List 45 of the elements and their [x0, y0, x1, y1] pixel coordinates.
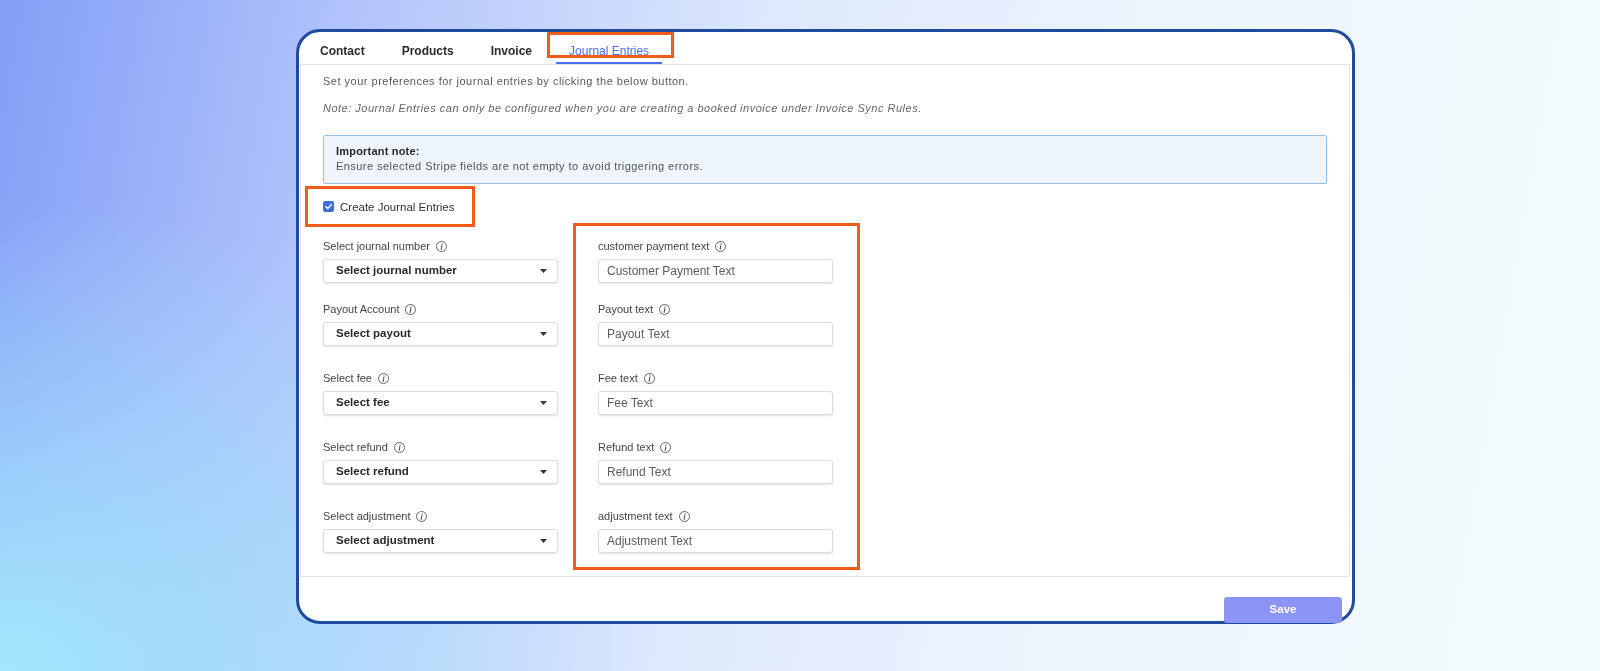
field-label: customer payment text — [598, 239, 710, 253]
field-label: Refund text — [598, 440, 655, 454]
note-text: Note: Journal Entries can only be configured when you are creating a booked invoice under Invoice Sync Rules. — [323, 101, 923, 116]
info-icon[interactable] — [715, 240, 727, 252]
info-icon[interactable] — [643, 372, 655, 384]
tab[interactable]: Invoice — [477, 32, 546, 64]
tab[interactable]: Products — [388, 32, 467, 64]
text-field[interactable]: Customer Payment Text — [598, 259, 833, 283]
alert-title: Important note: — [336, 144, 421, 159]
alert-text: Ensure selected Stripe fields are not empty to avoid triggering errors. — [336, 159, 704, 174]
text-field[interactable]: Adjustment Text — [598, 529, 833, 553]
info-icon[interactable] — [659, 303, 671, 315]
checkbox[interactable] — [323, 201, 334, 212]
info-icon[interactable] — [393, 441, 405, 453]
field-label: adjustment text — [598, 509, 673, 523]
text-field[interactable]: Refund Text — [598, 460, 833, 484]
info-icon[interactable] — [416, 510, 428, 522]
caret-icon — [540, 269, 547, 273]
info-icon[interactable] — [377, 372, 389, 384]
field-label: Fee text — [598, 371, 638, 385]
caret-icon — [540, 539, 547, 543]
info-icon[interactable] — [678, 510, 690, 522]
select-dropdown[interactable]: Select adjustment — [323, 529, 558, 553]
field-label: Payout Account — [323, 302, 400, 316]
info-icon[interactable] — [436, 240, 447, 252]
caret-icon — [540, 401, 547, 405]
field-label: Select refund — [323, 440, 388, 454]
field-label: Select journal number — [323, 239, 430, 253]
select-dropdown[interactable]: Select fee — [323, 391, 558, 415]
field-label: Select adjustment — [323, 509, 411, 523]
caret-icon — [540, 470, 547, 474]
field-label: Payout text — [598, 302, 654, 316]
info-icon[interactable] — [405, 303, 417, 315]
caret-icon — [540, 332, 547, 336]
checkbox-label[interactable]: Create Journal Entries — [340, 199, 455, 214]
field-label: Select fee — [323, 371, 372, 385]
select-dropdown[interactable]: Select journal number — [323, 259, 558, 283]
text-field[interactable]: Fee Text — [598, 391, 833, 415]
text-field[interactable]: Payout Text — [598, 322, 833, 346]
select-dropdown[interactable]: Select payout — [323, 322, 558, 346]
info-icon[interactable] — [660, 441, 672, 453]
intro-text: Set your preferences for journal entries by clicking the below button. — [323, 74, 690, 89]
tab[interactable]: Journal Entries — [556, 32, 663, 64]
tab[interactable]: Contact — [307, 32, 378, 64]
select-dropdown[interactable]: Select refund — [323, 460, 558, 484]
